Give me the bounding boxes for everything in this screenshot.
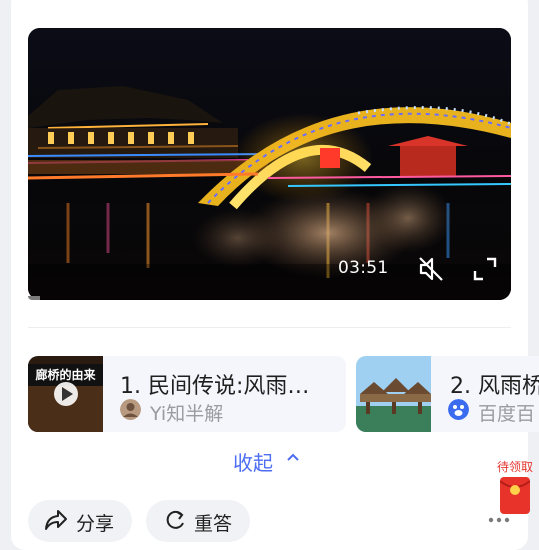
divider <box>28 327 511 328</box>
baidu-logo-icon <box>448 399 469 420</box>
chevron-up-icon[interactable] <box>286 452 300 462</box>
thumbnail-caption-1: 廊桥的由来 <box>35 368 96 382</box>
red-envelope-icon <box>499 480 531 495</box>
fullscreen-button[interactable] <box>470 254 500 284</box>
red-packet-button[interactable] <box>499 477 531 514</box>
collapse-button[interactable]: 收起 <box>233 447 273 476</box>
share-button[interactable]: 分享 <box>28 500 132 542</box>
reanswer-button[interactable]: 重答 <box>146 500 250 542</box>
mute-button[interactable] <box>416 254 446 284</box>
related-title-1: 1. 民间传说:风雨… <box>120 374 310 399</box>
reanswer-label: 重答 <box>194 513 233 535</box>
related-title-2: 2. 风雨桥 <box>450 374 539 399</box>
red-packet-label: 待领取 <box>497 460 534 474</box>
muted-speaker-icon <box>419 257 443 281</box>
video-time: 03:51 <box>338 258 389 278</box>
related-item-1[interactable]: 廊桥的由来 1. 民间传说:风雨… Yi知半解 <box>28 356 346 432</box>
related-author-1: Yi知半解 <box>150 403 224 425</box>
related-thumbnail-2 <box>356 356 431 432</box>
share-icon <box>45 510 67 530</box>
related-author-2: 百度百 <box>478 403 536 425</box>
share-label: 分享 <box>76 513 115 535</box>
video-progress-bar[interactable] <box>28 296 40 300</box>
related-item-2[interactable]: 2. 风雨桥 百度百 <box>356 356 539 432</box>
fullscreen-icon <box>473 257 497 281</box>
refresh-icon <box>166 510 184 529</box>
video-player[interactable]: 03:51 <box>28 28 511 300</box>
author-avatar-1 <box>120 399 141 420</box>
more-options-icon[interactable] <box>488 516 510 524</box>
